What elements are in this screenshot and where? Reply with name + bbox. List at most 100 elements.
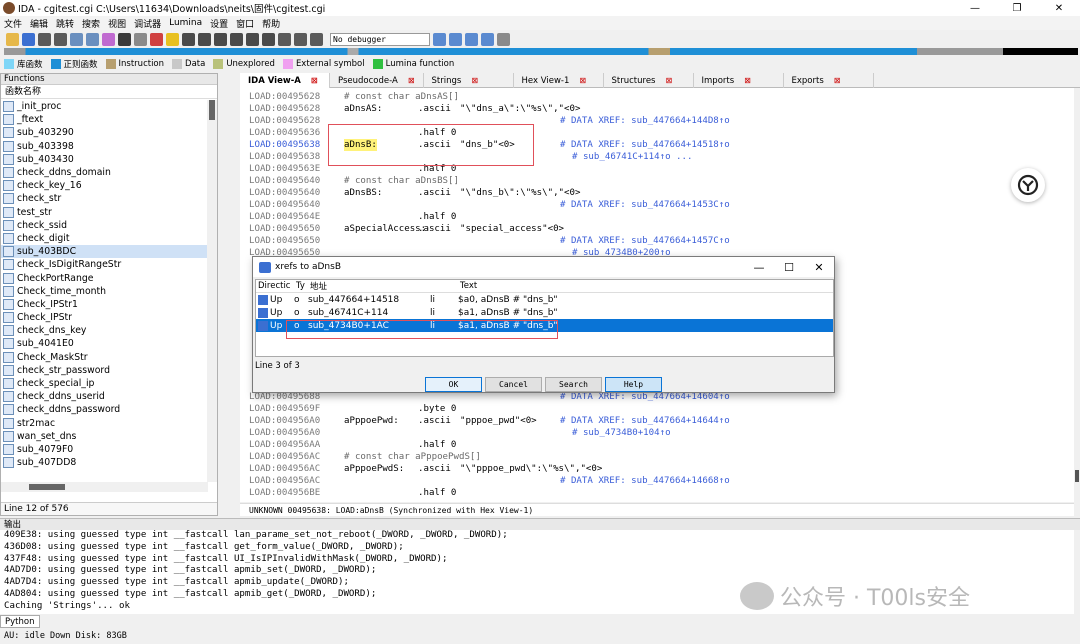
close-tab-icon[interactable]: ⊠ — [666, 76, 673, 85]
tab-hex-view[interactable]: Hex View-1 ⊠ — [514, 73, 604, 88]
watch-icon[interactable] — [481, 32, 494, 46]
run-icon[interactable] — [278, 32, 291, 46]
save-icon[interactable] — [22, 32, 35, 46]
function-list-item[interactable]: sub_403BDC — [1, 245, 208, 259]
menu-options[interactable]: 设置 — [210, 17, 228, 30]
lumina-icon[interactable] — [166, 32, 179, 46]
function-list-item[interactable]: check_digit — [1, 232, 208, 245]
disasm-label[interactable]: aPppoePwd: — [344, 415, 399, 427]
function-list-item[interactable]: Check_time_month — [1, 285, 208, 298]
menu-file[interactable]: 文件 — [4, 17, 22, 30]
forward-icon[interactable] — [54, 32, 67, 46]
back-icon[interactable] — [38, 32, 51, 46]
disasm-line[interactable]: LOAD:004956A0 aPppoePwd: .ascii "pppoe_pwd"… — [240, 415, 1074, 427]
xref-row[interactable]: Up o sub_46741C+114 li $a1, aDnsB # "dns_b" — [256, 306, 833, 319]
close-tab-icon[interactable]: ⊠ — [311, 76, 318, 85]
function-list-item[interactable]: _init_proc — [1, 100, 208, 113]
menu-help[interactable]: 帮助 — [262, 17, 280, 30]
maximize-button[interactable]: ❐ — [996, 0, 1038, 16]
disasm-line[interactable]: LOAD:004956AC # DATA XREF: sub_447664+146… — [240, 475, 1074, 487]
help-button[interactable]: Help — [605, 377, 662, 392]
functions-vscroll[interactable] — [207, 100, 217, 482]
ok-button[interactable]: OK — [425, 377, 482, 392]
data-icon[interactable] — [86, 32, 99, 46]
xref-graph-icon[interactable] — [214, 32, 227, 46]
tab-ida-view[interactable]: IDA View-A ⊠ — [240, 73, 330, 88]
disasm-label[interactable]: aDnsBS: — [344, 187, 382, 199]
patch-icon[interactable] — [230, 32, 243, 46]
output-vscroll[interactable] — [1074, 530, 1080, 614]
function-list-item[interactable]: check_str — [1, 192, 208, 205]
dialog-close-button[interactable]: ✕ — [804, 257, 834, 277]
function-list-item[interactable]: sub_403398 — [1, 140, 208, 153]
function-list-item[interactable]: check_ddns_password — [1, 403, 208, 416]
close-tab-icon[interactable]: ⊠ — [471, 76, 478, 85]
function-list-item[interactable]: check_IsDigitRangeStr — [1, 258, 208, 271]
function-list-item[interactable]: wan_set_dns — [1, 430, 208, 443]
function-list-item[interactable]: sub_403290 — [1, 126, 208, 139]
disasm-line[interactable]: LOAD:004956AA .half 0 — [240, 439, 1074, 451]
close-tab-icon[interactable]: ⊠ — [834, 76, 841, 85]
open-icon[interactable] — [6, 32, 19, 46]
menu-jump[interactable]: 跳转 — [56, 17, 74, 30]
search-button[interactable]: Search — [545, 377, 602, 392]
close-button[interactable]: ✕ — [1038, 0, 1080, 16]
delete-icon[interactable] — [262, 32, 275, 46]
col-text[interactable]: Text — [458, 281, 833, 291]
scroll-thumb[interactable] — [209, 100, 215, 120]
tab-structures[interactable]: Structures ⊠ — [604, 73, 694, 88]
dialog-maximize-button[interactable]: ☐ — [774, 257, 804, 277]
scroll-thumb[interactable] — [1075, 470, 1079, 482]
disasm-line[interactable]: LOAD:004956AC # const char aPppoePwdS[] — [240, 451, 1074, 463]
disasm-line[interactable]: LOAD:00495628 # const char aDnsAS[] — [240, 91, 1074, 103]
function-list-item[interactable]: str2mac — [1, 417, 208, 430]
flow-icon[interactable] — [198, 32, 211, 46]
dialog-minimize-button[interactable]: — — [744, 257, 774, 277]
trace-icon[interactable] — [497, 32, 510, 46]
tab-pseudocode[interactable]: Pseudocode-A ⊠ — [330, 73, 424, 88]
disasm-line[interactable]: LOAD:00495628 aDnsAS: .ascii "\"dns_a\":\"%… — [240, 103, 1074, 115]
function-list-item[interactable]: check_dns_key — [1, 324, 208, 337]
disasm-line[interactable]: LOAD:004956AC aPppoePwdS: .ascii "\"pppoe_p… — [240, 463, 1074, 475]
disasm-label[interactable]: aDnsAS: — [344, 103, 382, 115]
function-list-item[interactable]: Check_IPStr — [1, 311, 208, 324]
function-list-item[interactable]: sub_4041E0 — [1, 337, 208, 350]
breakpoint-icon[interactable] — [465, 32, 478, 46]
functions-column-header[interactable]: 函数名称 — [1, 85, 217, 99]
function-list-item[interactable]: check_special_ip — [1, 377, 208, 390]
minimize-button[interactable]: — — [954, 0, 996, 16]
disasm-line[interactable]: LOAD:0049569F .byte 0 — [240, 403, 1074, 415]
disassembly-vscroll[interactable] — [1074, 88, 1080, 502]
attach-icon[interactable] — [433, 32, 446, 46]
function-list-item[interactable]: test_str — [1, 206, 208, 219]
tab-strings[interactable]: Strings ⊠ — [424, 73, 514, 88]
scroll-thumb[interactable] — [29, 484, 65, 490]
function-list-item[interactable]: check_str_password — [1, 364, 208, 377]
close-tab-icon[interactable]: ⊠ — [744, 76, 751, 85]
menu-edit[interactable]: 编辑 — [30, 17, 48, 30]
menu-view[interactable]: 视图 — [108, 17, 126, 30]
col-type[interactable]: Ty — [294, 281, 308, 291]
xref-row[interactable]: Up o sub_447664+14518 li $a0, aDnsB # "dns_b… — [256, 293, 833, 306]
menu-windows[interactable]: 窗口 — [236, 17, 254, 30]
tab-exports[interactable]: Exports ⊠ — [784, 73, 874, 88]
function-list-item[interactable]: check_ddns_userid — [1, 390, 208, 403]
disasm-line[interactable]: LOAD:00495640 aDnsBS: .ascii "\"dns_b\":\"%… — [240, 187, 1074, 199]
disasm-line[interactable]: LOAD:004956A0 # sub_4734B0+104↑o — [240, 427, 1074, 439]
detach-icon[interactable] — [449, 32, 462, 46]
python-tab[interactable]: Python — [0, 615, 40, 628]
undefine-icon[interactable] — [118, 32, 131, 46]
close-tab-icon[interactable]: ⊠ — [408, 76, 415, 85]
function-list-item[interactable]: _ftext — [1, 113, 208, 126]
close-tab-icon[interactable]: ⊠ — [579, 76, 586, 85]
stop-icon[interactable] — [310, 32, 323, 46]
array-icon[interactable] — [134, 32, 147, 46]
disasm-label[interactable]: aPppoePwdS: — [344, 463, 404, 475]
navigation-band[interactable] — [4, 48, 1078, 55]
disasm-line[interactable]: LOAD:00495650 # DATA XREF: sub_447664+145… — [240, 235, 1074, 247]
function-list-item[interactable]: Check_IPStr1 — [1, 298, 208, 311]
disasm-line[interactable]: LOAD:00495640 # const char aDnsBS[] — [240, 175, 1074, 187]
code-icon[interactable] — [70, 32, 83, 46]
assistant-floating-icon[interactable] — [1011, 168, 1045, 202]
functions-hscroll[interactable] — [1, 482, 208, 492]
